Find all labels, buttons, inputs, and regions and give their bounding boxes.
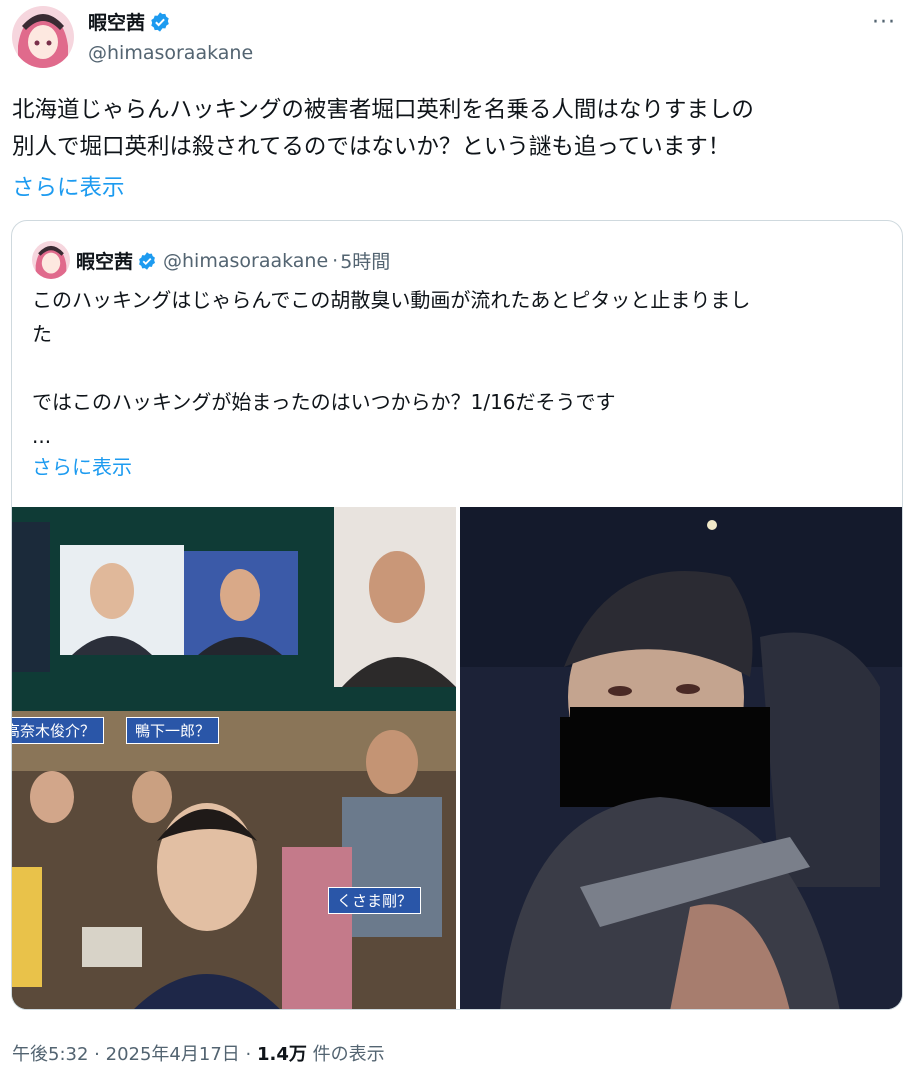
verified-badge-icon xyxy=(139,251,156,270)
post-time[interactable]: 午後5:32 xyxy=(12,1044,88,1065)
separator-dot: · xyxy=(245,1044,252,1065)
quote-timestamp[interactable]: 5時間 xyxy=(340,247,390,274)
separator-dot: · xyxy=(94,1044,100,1065)
media-image-collage[interactable]: 高奈木俊介？ 鴨下一郎？ くさま剛？ xyxy=(12,507,456,1009)
views-count: 1.4万 xyxy=(257,1044,307,1065)
quote-text: このハッキングはじゃらんでこの胡散臭い動画が流れたあとピタッと止まりまし た で… xyxy=(32,288,751,448)
media-label-2: 鴨下一郎？ xyxy=(126,717,220,744)
quoted-tweet[interactable]: 暇空茜 @himasoraakane · 5時間 このハッキングはじゃらんでこの… xyxy=(11,220,903,1010)
quote-author-handle[interactable]: @himasoraakane xyxy=(163,250,328,272)
author-name[interactable]: 暇空茜 xyxy=(88,8,145,35)
show-more-link[interactable]: さらに表示 xyxy=(12,170,125,202)
author-handle[interactable]: @himasoraakane xyxy=(88,42,253,64)
quote-author-name[interactable]: 暇空茜 xyxy=(76,247,133,274)
author-avatar[interactable] xyxy=(12,6,74,68)
more-options-icon[interactable]: ··· xyxy=(872,10,896,35)
views-label: 件の表示 xyxy=(312,1044,385,1065)
media-label-1: 高奈木俊介？ xyxy=(12,717,105,744)
post-date[interactable]: 2025年4月17日 xyxy=(106,1044,240,1065)
media-label-3: くさま剛？ xyxy=(328,887,422,914)
quote-show-more-link[interactable]: さらに表示 xyxy=(32,451,132,480)
tweet-text: 北海道じゃらんハッキングの被害者堀口英利を名乗る人間はなりすましの 別人で堀口英… xyxy=(12,97,754,160)
media-image-photo[interactable] xyxy=(460,507,902,1009)
quote-author-avatar[interactable] xyxy=(32,241,70,279)
verified-badge-icon xyxy=(151,11,169,32)
separator-dot: · xyxy=(332,249,339,272)
tweet-metadata: 午後5:32 · 2025年4月17日 · 1.4万 件の表示 xyxy=(12,1040,385,1066)
